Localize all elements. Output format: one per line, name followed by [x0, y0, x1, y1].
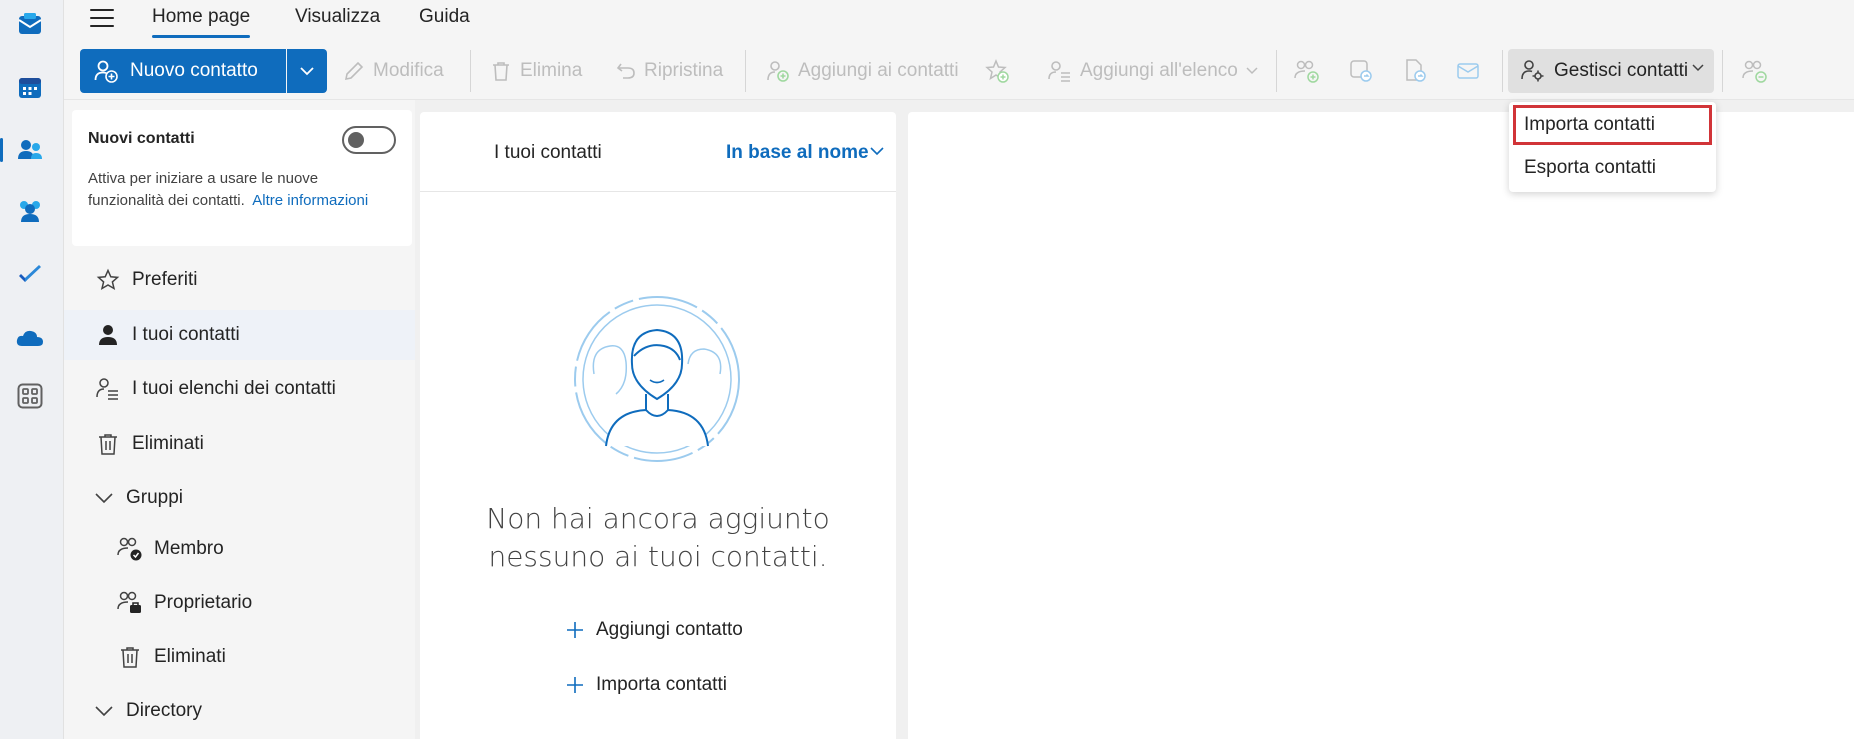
promo-text: Attiva per iniziare a usare le nuove fun…: [88, 170, 369, 209]
nav-item-deleted[interactable]: Eliminati: [64, 419, 415, 469]
import-contacts-menu-item[interactable]: Importa contatti: [1513, 105, 1712, 145]
export-contacts-menu-item[interactable]: Esporta contatti: [1509, 147, 1716, 189]
list-title: I tuoi contatti: [494, 142, 602, 163]
add-favorite-icon[interactable]: [982, 56, 1012, 86]
nav-item-member[interactable]: Membro: [64, 524, 415, 574]
learn-more-link[interactable]: Altre informazioni: [252, 192, 368, 209]
member-icon: [116, 535, 144, 563]
empty-contacts-illustration: [574, 296, 740, 462]
restore-button[interactable]: Ripristina: [616, 49, 723, 93]
tab-help[interactable]: Guida: [419, 6, 470, 36]
chevron-down-icon[interactable]: [870, 146, 884, 156]
pencil-icon: [344, 61, 364, 81]
trash-icon: [116, 643, 144, 671]
group-settings-icon[interactable]: [1740, 56, 1770, 86]
nav-item-owner[interactable]: Proprietario: [64, 578, 415, 628]
ribbon-toolbar: Nuovo contatto Modifica Elimina Ripristi…: [64, 42, 1854, 100]
add-group-member-icon[interactable]: [1292, 56, 1322, 86]
sort-dropdown[interactable]: In base al nome: [726, 142, 869, 164]
nav-item-favorites[interactable]: Preferiti: [64, 255, 415, 305]
menu-bar: Home page Visualizza Guida: [64, 0, 1854, 42]
tab-view[interactable]: Visualizza: [295, 6, 380, 36]
chevron-down-icon: [1246, 67, 1258, 75]
new-contacts-toggle[interactable]: [342, 126, 396, 154]
more-apps-icon[interactable]: [10, 376, 50, 416]
manage-contacts-label: Gestisci contatti: [1554, 60, 1689, 81]
plus-icon: [564, 674, 586, 696]
trash-icon: [94, 430, 122, 458]
trash-icon: [493, 62, 509, 81]
add-to-contacts-label: Aggiungi ai contatti: [798, 60, 959, 81]
share-icon[interactable]: [1346, 56, 1376, 86]
chevron-down-icon: [1692, 64, 1704, 72]
undo-icon: [616, 63, 635, 79]
onedrive-icon[interactable]: [10, 318, 50, 358]
person-icon: [94, 321, 122, 349]
add-person-icon: [767, 61, 789, 82]
nav-item-contact-lists[interactable]: I tuoi elenchi dei contatti: [64, 364, 415, 414]
new-contact-label: Nuovo contatto: [130, 60, 258, 81]
export-file-icon[interactable]: [1400, 56, 1430, 86]
tab-home[interactable]: Home page: [152, 6, 251, 38]
navigation-pane: Nuovi contatti Attiva per iniziare a usa…: [64, 100, 415, 739]
delete-label: Elimina: [520, 60, 583, 81]
add-to-contacts-button[interactable]: Aggiungi ai contatti: [766, 49, 959, 93]
plus-icon: [564, 619, 586, 641]
nav-item-directory[interactable]: Directory: [64, 686, 415, 736]
edit-button[interactable]: Modifica: [343, 49, 444, 93]
add-contact-link[interactable]: Aggiungi contatto: [564, 615, 743, 645]
person-settings-icon: [1521, 60, 1544, 82]
send-mail-icon[interactable]: [1454, 56, 1484, 86]
chevron-down-icon: [90, 484, 118, 512]
person-list-icon: [94, 375, 122, 403]
todo-icon[interactable]: [10, 255, 50, 295]
people-icon[interactable]: [0, 130, 50, 170]
add-to-list-button[interactable]: Aggiungi all'elenco: [1048, 49, 1266, 93]
star-icon: [94, 266, 122, 294]
new-contacts-promo: Nuovi contatti Attiva per iniziare a usa…: [72, 110, 412, 246]
add-to-list-label: Aggiungi all'elenco: [1080, 60, 1238, 81]
import-contacts-label: Importa contatti: [596, 674, 727, 695]
add-person-icon: [94, 60, 118, 83]
edit-label: Modifica: [373, 60, 444, 81]
reading-pane: [908, 112, 1854, 739]
groups-icon[interactable]: [10, 191, 50, 231]
nav-item-groups-deleted[interactable]: Eliminati: [64, 632, 415, 682]
hamburger-menu-icon[interactable]: [90, 7, 114, 29]
list-header: I tuoi contatti In base al nome: [420, 112, 896, 192]
delete-button[interactable]: Elimina: [490, 49, 582, 93]
empty-state-message: Non hai ancora aggiunto nessuno ai tuoi …: [486, 502, 830, 573]
new-contact-dropdown-button[interactable]: [287, 49, 327, 93]
app-rail: [0, 0, 64, 739]
nav-item-your-contacts[interactable]: I tuoi contatti: [64, 310, 415, 360]
outlook-mail-icon[interactable]: [10, 4, 50, 44]
calendar-icon[interactable]: [10, 67, 50, 107]
owner-icon: [116, 589, 144, 617]
import-contacts-link[interactable]: Importa contatti: [564, 670, 727, 700]
new-contact-button[interactable]: Nuovo contatto: [80, 49, 286, 93]
chevron-down-icon: [90, 697, 118, 725]
manage-contacts-menu: Importa contatti Esporta contatti: [1509, 102, 1716, 192]
restore-label: Ripristina: [644, 60, 724, 81]
contact-list-pane: I tuoi contatti In base al nome Non hai …: [420, 112, 896, 739]
add-contact-label: Aggiungi contatto: [596, 619, 743, 640]
person-list-icon: [1048, 61, 1070, 82]
manage-contacts-button[interactable]: Gestisci contatti: [1508, 49, 1714, 93]
chevron-down-icon: [300, 67, 314, 76]
nav-item-groups[interactable]: Gruppi: [64, 473, 415, 523]
